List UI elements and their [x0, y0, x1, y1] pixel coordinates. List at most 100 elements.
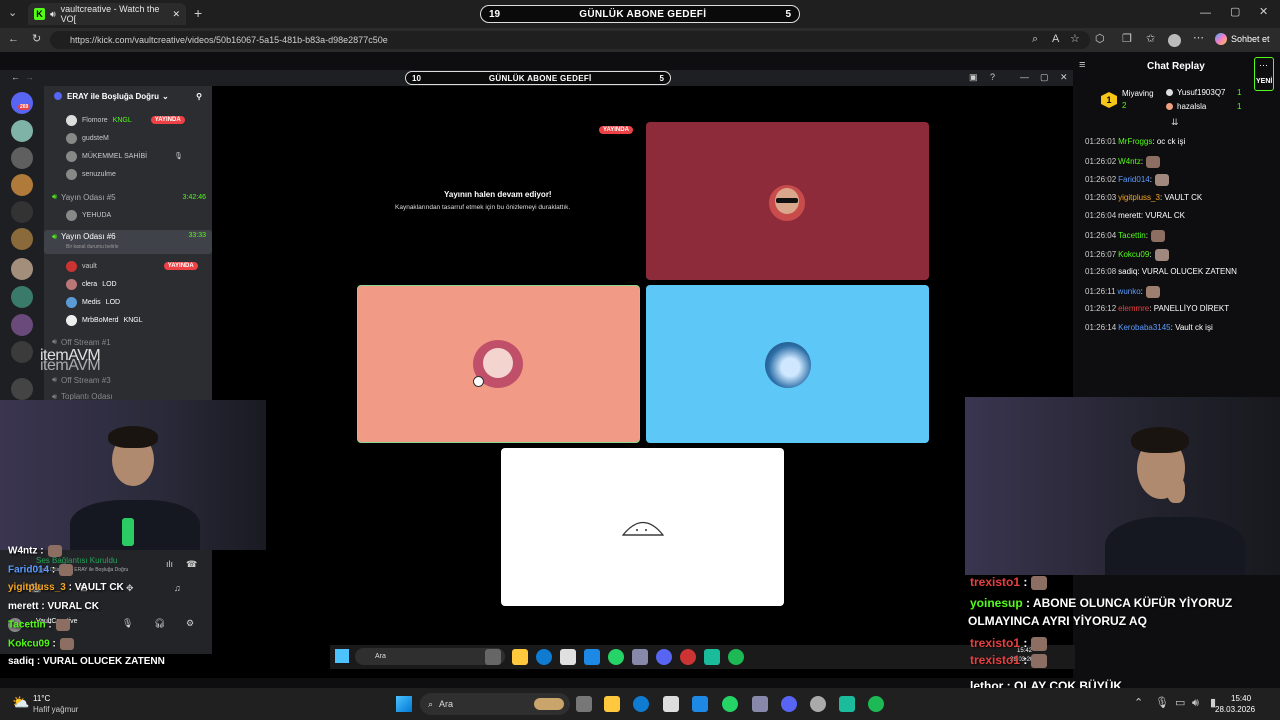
chat-username[interactable]: elemmre — [1118, 304, 1149, 313]
tab-close-icon[interactable]: ✕ — [172, 9, 180, 20]
chat-username[interactable]: Kerobaba3145 — [1118, 323, 1171, 332]
voice6-user-4[interactable]: MrbBoMerd KNGL — [66, 313, 143, 327]
disconnect-icon[interactable]: ☎ — [186, 560, 197, 569]
voice-channel-6[interactable]: 🔊︎ Yayın Odası #6 33:33 — [44, 230, 212, 254]
settings-gear-icon[interactable]: ⚙ — [186, 619, 194, 628]
tray-mic-icon[interactable]: 🎙︎ — [1155, 698, 1169, 709]
task-view-icon[interactable] — [576, 696, 592, 712]
soundboard-icon[interactable]: ♫ — [174, 584, 181, 593]
inner-app-icon-3[interactable] — [536, 649, 552, 665]
voice-user-1[interactable]: Flomore KNGL YAYINDA — [66, 113, 185, 127]
inner-app-icon-8[interactable] — [656, 649, 672, 665]
chat-username[interactable]: sadiq — [1118, 267, 1137, 276]
app-icon-green[interactable] — [839, 696, 855, 712]
taskbar-search[interactable]: ⌕ Ara — [420, 693, 570, 715]
server-icon-9[interactable] — [11, 341, 33, 363]
new-tab-icon[interactable]: + — [194, 6, 202, 20]
browser-tab-active[interactable]: K 🔊︎ vaultcreative - Watch the VO[ ✕ — [28, 3, 186, 25]
maximize-icon[interactable]: ▢ — [1230, 7, 1240, 18]
dc-close-icon[interactable]: ✕ — [1060, 73, 1068, 82]
collections-icon[interactable]: ❐ — [1122, 34, 1132, 45]
read-aloud-icon[interactable]: A — [1052, 34, 1059, 45]
whatsapp-icon[interactable] — [722, 696, 738, 712]
inner-app-icon-9[interactable] — [680, 649, 696, 665]
server-icon-10[interactable] — [11, 378, 33, 400]
inbox-icon[interactable]: ▣ — [969, 73, 978, 82]
off-stream-3[interactable]: 🔊︎ Off Stream #3 — [44, 373, 212, 387]
inner-search-box[interactable]: Ara — [355, 648, 505, 665]
close-window-icon[interactable]: ✕ — [1259, 7, 1268, 18]
voice6-user-3[interactable]: Medis LOD — [66, 295, 120, 309]
tab-list-icon[interactable]: ⌄ — [8, 8, 17, 19]
chat-username[interactable]: W4ntz — [1118, 157, 1141, 166]
inner-app-icon-4[interactable] — [560, 649, 576, 665]
collapse-chat-icon[interactable]: ≡ — [1079, 60, 1085, 71]
voice-user-4[interactable]: senuzulme — [66, 167, 116, 181]
forward-arrow-icon[interactable]: → — [25, 73, 34, 82]
voice-channel-5[interactable]: 🔊︎ Yayın Odası #5 3:42:46 — [44, 190, 212, 204]
participant-tile-3[interactable] — [646, 285, 929, 443]
clock-date[interactable]: 28.03.2026 — [1215, 705, 1255, 714]
headphones-icon[interactable]: 🎧︎ — [154, 619, 165, 628]
discord-icon[interactable] — [781, 696, 797, 712]
inner-app-icon-10[interactable] — [704, 649, 720, 665]
participant-tile-4[interactable] — [501, 448, 784, 606]
add-member-icon[interactable]: ⚲ — [196, 92, 202, 101]
inner-app-icon-2[interactable] — [512, 649, 528, 665]
chat-options-button[interactable]: ⋯ YENİ — [1254, 57, 1274, 91]
tray-volume-icon[interactable]: 🔊︎ — [1192, 698, 1199, 709]
obs-icon[interactable] — [810, 696, 826, 712]
chat-username[interactable]: yigitpluss_3 — [1118, 193, 1160, 202]
refresh-icon[interactable]: ↻ — [32, 34, 41, 45]
minimize-icon[interactable]: — — [1200, 8, 1211, 19]
file-explorer-icon[interactable] — [604, 696, 620, 712]
chat-username[interactable]: Kokcu09 — [1118, 250, 1149, 259]
server-icon-6[interactable] — [11, 258, 33, 280]
clock-time[interactable]: 15:40 — [1231, 694, 1251, 703]
inner-app-icon-7[interactable] — [632, 649, 648, 665]
favorites-icon[interactable]: ✩ — [1146, 34, 1155, 45]
discord-home-icon[interactable] — [11, 92, 33, 114]
inner-start-icon[interactable] — [335, 649, 349, 663]
search-icon[interactable]: ⌕ — [1032, 34, 1038, 45]
start-icon[interactable] — [396, 696, 412, 712]
server-icon-2[interactable] — [11, 147, 33, 169]
tray-chevron-icon[interactable]: ⌃ — [1134, 698, 1143, 709]
voice6-user-2[interactable]: clera LOD — [66, 277, 117, 291]
mail-icon[interactable] — [692, 696, 708, 712]
server-icon-8[interactable] — [11, 314, 33, 336]
store-icon[interactable] — [663, 696, 679, 712]
back-icon[interactable]: ← — [8, 34, 19, 45]
chat-username[interactable]: Farid014 — [1118, 175, 1150, 184]
profile-avatar[interactable] — [1168, 34, 1181, 47]
voice-user-2[interactable]: gudsteM — [66, 131, 109, 145]
tray-network-icon[interactable]: ▭ — [1175, 698, 1185, 709]
extensions-icon[interactable]: ⬡ — [1095, 34, 1105, 45]
game-icon[interactable] — [752, 696, 768, 712]
chat-username[interactable]: MrFroggs — [1118, 137, 1152, 146]
more-icon[interactable]: ⋯ — [1193, 33, 1204, 44]
server-icon-1[interactable] — [11, 120, 33, 142]
chat-username[interactable]: merett — [1118, 211, 1141, 220]
server-icon-4[interactable] — [11, 201, 33, 223]
expand-arrow-icon[interactable]: ⇊ — [1171, 118, 1179, 127]
server-icon-3[interactable] — [11, 174, 33, 196]
voice-user-3[interactable]: MÜKEMMEL SAHİBİ 🎙︎ — [66, 149, 183, 163]
activity-icon[interactable]: ✥ — [126, 584, 134, 593]
voice-waveform-icon[interactable]: ılı — [166, 560, 173, 569]
chat-username[interactable]: wunko — [1118, 287, 1141, 296]
copilot-button[interactable]: Sohbet et — [1215, 33, 1270, 45]
server-icon-7[interactable] — [11, 286, 33, 308]
back-arrow-icon[interactable]: ← — [11, 73, 20, 82]
inner-app-icon-5[interactable] — [584, 649, 600, 665]
mic-icon[interactable]: 🎙︎ — [122, 619, 133, 628]
server-header[interactable]: ERAY ile Boşluğa Doğru ⌄ ⚲ — [44, 89, 212, 103]
url-field[interactable]: https://kick.com/vaultcreative/videos/50… — [50, 31, 1090, 49]
spotify-icon[interactable] — [868, 696, 884, 712]
voice6-user-1[interactable]: vault YAYINDA — [66, 259, 198, 273]
channel-status[interactable]: Bir kanal durumu belirle — [66, 244, 119, 250]
participant-tile-2[interactable] — [357, 285, 640, 443]
inner-app-icon-11[interactable] — [728, 649, 744, 665]
server-icon-5[interactable] — [11, 228, 33, 250]
dc-minimize-icon[interactable]: — — [1020, 73, 1029, 82]
